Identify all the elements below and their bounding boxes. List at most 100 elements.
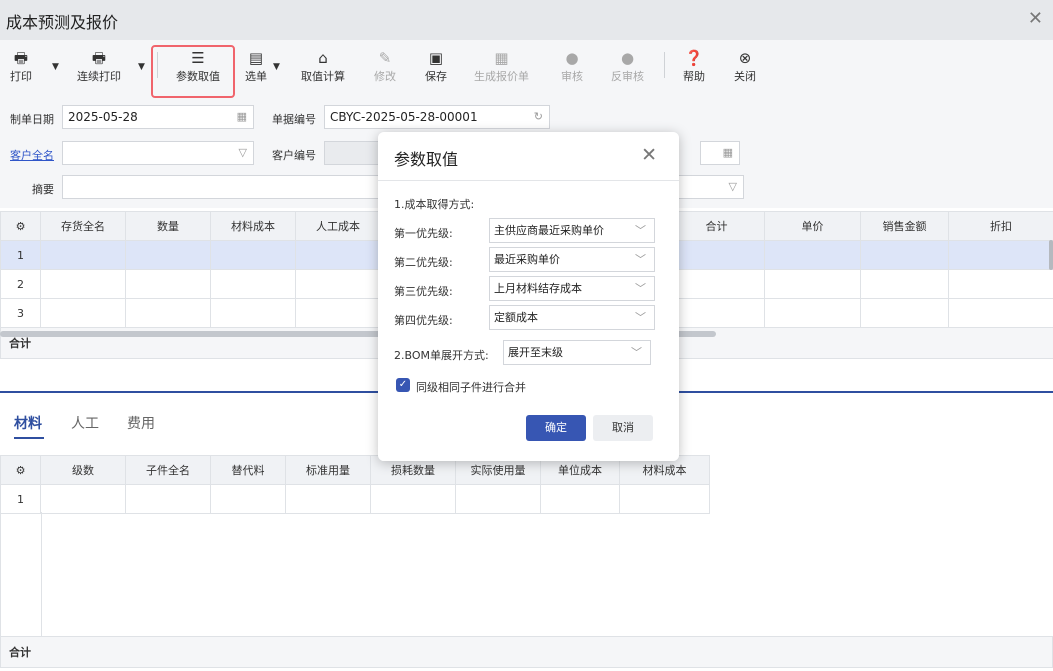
row-number: 3 (0, 298, 41, 328)
priority-1-select[interactable]: 主供应商最近采购单价 ﹀ (489, 218, 655, 243)
priority-2-value: 最近采购单价 (494, 253, 560, 266)
bom-expand-value: 展开至末级 (508, 346, 563, 359)
generate-quote-button[interactable]: ▦ 生成报价单 (474, 48, 529, 84)
priority-4-value: 定额成本 (494, 311, 538, 324)
column-header[interactable]: 标准用量 (285, 455, 371, 485)
column-settings-icon[interactable]: ⚙ (0, 211, 41, 241)
value-calc-button[interactable]: ⌂ 取值计算 (301, 48, 345, 84)
help-icon: ❓ (684, 49, 704, 67)
column-header[interactable]: 销售金额 (860, 211, 949, 241)
total-label: 合计 (0, 636, 1053, 668)
user-icon: ● (620, 49, 635, 67)
dialog-close-icon[interactable]: ✕ (641, 144, 657, 166)
audit-button[interactable]: ● 审核 (561, 48, 583, 84)
dialog-header: 参数取值 ✕ (378, 132, 679, 181)
calc-house-icon: ⌂ (318, 49, 328, 67)
priority-2-label: 第二优先级: (394, 256, 453, 269)
save-button[interactable]: ▣ 保存 (425, 48, 447, 84)
column-header[interactable]: 替代料 (210, 455, 286, 485)
customer-field[interactable]: ▽ (62, 141, 254, 165)
priority-1-value: 主供应商最近采购单价 (494, 224, 604, 237)
column-header[interactable]: 材料成本 (210, 211, 296, 241)
save-icon: ▣ (428, 49, 444, 67)
doc-no-label: 单据编号 (272, 113, 316, 126)
ok-button[interactable]: 确定 (526, 415, 586, 441)
priority-2-select[interactable]: 最近采购单价 ﹀ (489, 247, 655, 272)
param-value-dialog: 参数取值 ✕ 1.成本取得方式: 第一优先级: 主供应商最近采购单价 ﹀ 第二优… (378, 132, 679, 461)
priority-3-select[interactable]: 上月材料结存成本 ﹀ (489, 276, 655, 301)
help-button[interactable]: ❓ 帮助 (683, 48, 705, 84)
row-number-column-empty (0, 512, 42, 636)
printer-icon: 🖶 (91, 49, 107, 67)
column-header[interactable]: 折扣 (948, 211, 1053, 241)
doc-no-value: CBYC-2025-05-28-00001 (330, 110, 478, 124)
date-field[interactable]: 2025-05-28 ▦ (62, 105, 254, 129)
cost-method-section-label: 1.成本取得方式: (394, 198, 475, 211)
chevron-down-icon: ﹀ (635, 253, 646, 266)
modify-button[interactable]: ✎ 修改 (374, 48, 396, 84)
priority-4-label: 第四优先级: (394, 314, 453, 327)
print-dropdown-caret-icon[interactable]: ▼ (52, 62, 59, 72)
value-calc-label: 取值计算 (301, 70, 345, 83)
continuous-print-dropdown-caret-icon[interactable]: ▼ (138, 62, 145, 72)
continuous-print-label: 连续打印 (77, 70, 121, 83)
print-button[interactable]: 🖶 打印 (10, 48, 32, 84)
unaudit-button[interactable]: ● 反审核 (611, 48, 644, 84)
unaudit-label: 反审核 (611, 70, 644, 83)
quote-document-icon: ▦ (494, 49, 509, 67)
dialog-title: 参数取值 (394, 150, 459, 169)
close-circle-icon: ⊗ (738, 49, 752, 67)
close-icon[interactable]: ✕ (1028, 8, 1043, 29)
column-header[interactable]: 单价 (764, 211, 861, 241)
customer-label[interactable]: 客户全名 (10, 147, 54, 163)
material-table: ⚙ 级数 子件全名 替代料 标准用量 损耗数量 实际使用量 单位成本 材料成本 … (0, 455, 710, 514)
vertical-scrollbar[interactable] (1049, 240, 1053, 270)
tab-material[interactable]: 材料 (14, 413, 42, 433)
row-number: 2 (0, 269, 41, 299)
active-tab-underline (14, 437, 44, 439)
close-label: 关闭 (734, 70, 756, 83)
customer-code-field[interactable] (324, 141, 384, 165)
row-number: 1 (0, 484, 41, 514)
column-header[interactable]: 合计 (668, 211, 765, 241)
modify-label: 修改 (374, 70, 396, 83)
refresh-icon[interactable]: ↻ (534, 106, 543, 128)
window-title: 成本预测及报价 (6, 13, 119, 32)
help-label: 帮助 (683, 70, 705, 83)
merge-checkbox[interactable]: ✓ (396, 378, 410, 392)
bom-expand-select[interactable]: 展开至末级 ﹀ (503, 340, 651, 365)
date-value: 2025-05-28 (68, 110, 138, 124)
doc-no-field[interactable]: CBYC-2025-05-28-00001 ↻ (324, 105, 550, 129)
calendar-icon[interactable]: ▦ (237, 106, 247, 128)
filter-icon[interactable]: ▽ (729, 176, 737, 198)
close-button[interactable]: ⊗ 关闭 (734, 48, 756, 84)
chevron-down-icon: ﹀ (635, 224, 646, 237)
column-settings-icon[interactable]: ⚙ (0, 455, 41, 485)
table-row[interactable]: 1 (0, 484, 710, 514)
select-doc-dropdown-caret-icon[interactable]: ▼ (273, 62, 280, 72)
total-row: 合计 (0, 636, 1053, 668)
cancel-button[interactable]: 取消 (593, 415, 653, 441)
column-header[interactable]: 人工成本 (295, 211, 381, 241)
title-bar: 成本预测及报价 ✕ (0, 0, 1053, 41)
toolbar-separator (664, 52, 665, 78)
calendar-icon[interactable]: ▦ (723, 142, 733, 164)
continuous-print-button[interactable]: 🖶 连续打印 (77, 48, 121, 84)
column-header[interactable]: 子件全名 (125, 455, 211, 485)
select-doc-button[interactable]: ▤ 选单 (245, 48, 267, 84)
date-picker-field[interactable]: ▦ (700, 141, 740, 165)
tab-expense[interactable]: 费用 (127, 413, 155, 433)
column-header[interactable]: 存货全名 (40, 211, 126, 241)
filter-icon[interactable]: ▽ (239, 142, 247, 164)
priority-1-label: 第一优先级: (394, 227, 453, 240)
tab-labor[interactable]: 人工 (71, 413, 99, 433)
priority-4-select[interactable]: 定额成本 ﹀ (489, 305, 655, 330)
audit-label: 审核 (561, 70, 583, 83)
column-header[interactable]: 数量 (125, 211, 211, 241)
chevron-down-icon: ﹀ (631, 346, 642, 359)
row-number: 1 (0, 240, 41, 270)
date-label: 制单日期 (10, 113, 54, 126)
print-label: 打印 (10, 70, 32, 83)
column-header[interactable]: 级数 (40, 455, 126, 485)
printer-icon: 🖶 (13, 49, 29, 67)
